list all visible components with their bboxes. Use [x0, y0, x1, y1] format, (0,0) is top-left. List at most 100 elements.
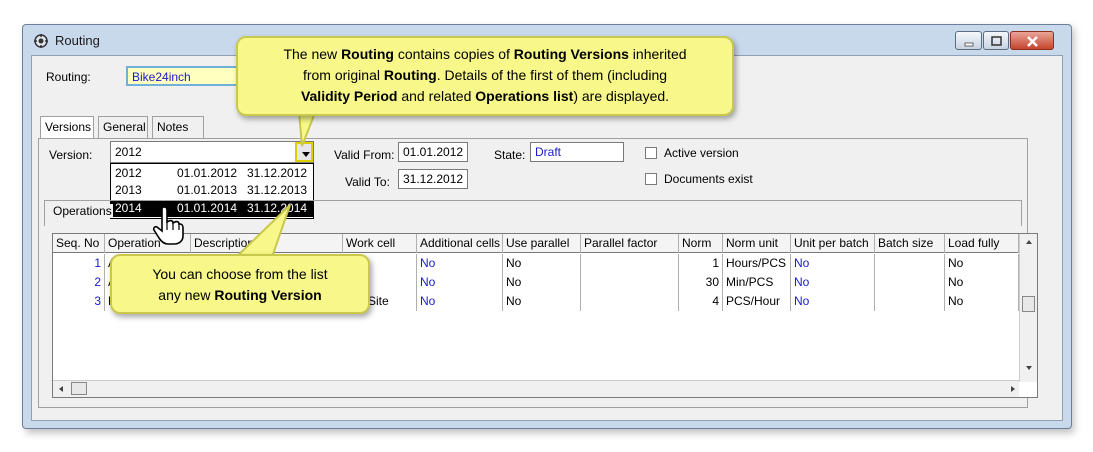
- grid-cell-bs[interactable]: [875, 292, 945, 311]
- documents-exist-checkbox[interactable]: [645, 173, 657, 185]
- documents-exist-label: Documents exist: [664, 172, 753, 186]
- grid-cell-load[interactable]: No: [945, 273, 1019, 292]
- active-version-label: Active version: [664, 146, 739, 160]
- valid-to-value: 31.12.2012: [403, 172, 464, 186]
- grid-cell-pf[interactable]: [581, 254, 679, 273]
- ct-l2a: from original: [302, 67, 384, 83]
- grid-cell-add[interactable]: No: [417, 254, 503, 273]
- valid-from-value: 01.01.2012: [403, 145, 464, 159]
- column-header[interactable]: Seq. No: [53, 234, 105, 253]
- grid-cell-bs[interactable]: [875, 273, 945, 292]
- column-header[interactable]: Unit per batch: [791, 234, 875, 253]
- operations-group: [44, 200, 1022, 226]
- column-header[interactable]: Batch size: [875, 234, 945, 253]
- valid-to-label: Valid To:: [345, 175, 390, 189]
- tab-notes-label: Notes: [157, 120, 189, 134]
- valid-from-field[interactable]: 01.01.2012: [398, 142, 468, 162]
- grid-cell-upb[interactable]: No: [791, 273, 875, 292]
- option-from: 01.01.2012: [177, 166, 238, 180]
- ct-l1e: inherited: [628, 46, 687, 62]
- valid-to-field[interactable]: 31.12.2012: [398, 169, 468, 189]
- scroll-left-icon[interactable]: [55, 381, 67, 397]
- grid-cell-par[interactable]: No: [503, 292, 581, 311]
- ct-l1d: Routing Versions: [513, 46, 629, 62]
- routing-app-icon: [34, 34, 48, 48]
- grid-header: Seq. No Operation Description Work cell Addi…: [53, 234, 1019, 253]
- column-header[interactable]: Work cell: [343, 234, 417, 253]
- tab-notes[interactable]: Notes: [152, 116, 204, 138]
- grid-cell-seq[interactable]: 3: [53, 292, 105, 311]
- callout-choose-version: You can choose from the list any new Rou…: [110, 254, 370, 314]
- ct-l1b: Routing: [341, 46, 394, 62]
- scroll-up-icon[interactable]: [1020, 236, 1038, 248]
- hand-cursor-icon: [152, 206, 184, 245]
- grid-cell-pf[interactable]: [581, 273, 679, 292]
- grid-cell-norm[interactable]: 4: [679, 292, 723, 311]
- tab-versions[interactable]: Versions: [40, 116, 94, 139]
- grid-cell-seq[interactable]: 2: [53, 273, 105, 292]
- grid-cell-unit[interactable]: Min/PCS: [723, 273, 791, 292]
- callout-versions-info: The new Routing contains copies of Routi…: [236, 36, 734, 116]
- cb-l1: You can choose from the list: [152, 266, 328, 282]
- grid-cell-upb[interactable]: No: [791, 292, 875, 311]
- operations-tab-label: Operations: [52, 204, 113, 218]
- maximize-button[interactable]: [983, 31, 1009, 50]
- grid-cell-norm[interactable]: 30: [679, 273, 723, 292]
- scroll-down-icon[interactable]: [1020, 362, 1038, 374]
- state-label: State:: [494, 148, 526, 162]
- column-header[interactable]: Norm unit: [723, 234, 791, 253]
- grid-cell-seq[interactable]: 1: [53, 254, 105, 273]
- tab-general[interactable]: General: [98, 116, 148, 138]
- tab-versions-label: Versions: [45, 120, 92, 134]
- state-field: Draft: [530, 142, 624, 162]
- active-version-checkbox[interactable]: [645, 147, 657, 159]
- grid-cell-pf[interactable]: [581, 292, 679, 311]
- version-option-2013[interactable]: 2013 01.01.2013 31.12.2013: [111, 182, 313, 199]
- ct-l3d: ) are displayed.: [573, 88, 670, 104]
- ct-l1a: The new: [283, 46, 342, 62]
- grid-cell-norm[interactable]: 1: [679, 254, 723, 273]
- routing-value: Bike24inch: [132, 70, 191, 84]
- version-selected-value: 2012: [115, 145, 142, 159]
- ct-l3b: and related: [397, 88, 476, 104]
- scroll-right-icon[interactable]: [1007, 381, 1019, 397]
- horizontal-scrollbar[interactable]: [53, 380, 1019, 397]
- column-header[interactable]: Use parallel: [503, 234, 581, 253]
- column-header[interactable]: Additional cells: [417, 234, 503, 253]
- scroll-thumb[interactable]: [1022, 296, 1035, 312]
- grid-cell-add[interactable]: No: [417, 292, 503, 311]
- minimize-icon: [964, 42, 974, 47]
- grid-cell-load[interactable]: No: [945, 254, 1019, 273]
- option-to: 31.12.2012: [247, 166, 308, 180]
- version-label: Version:: [49, 148, 93, 162]
- cb-l2b: Routing Version: [214, 287, 322, 303]
- routing-field[interactable]: Bike24inch: [126, 66, 246, 86]
- column-header[interactable]: Norm: [679, 234, 723, 253]
- option-from: 01.01.2013: [177, 183, 238, 197]
- cb-l2a: any new: [158, 287, 215, 303]
- grid-cell-load[interactable]: No: [945, 292, 1019, 311]
- grid-cell-add[interactable]: No: [417, 273, 503, 292]
- grid-cell-par[interactable]: No: [503, 273, 581, 292]
- grid-cell-par[interactable]: No: [503, 254, 581, 273]
- tab-general-label: General: [103, 120, 146, 134]
- minimize-button[interactable]: [955, 31, 982, 50]
- grid-cell-unit[interactable]: Hours/PCS: [723, 254, 791, 273]
- ct-l3a: Validity Period: [300, 88, 398, 104]
- option-name: 2013: [115, 183, 142, 197]
- ct-l3c: Operations list: [475, 88, 574, 104]
- window-title: Routing: [55, 33, 100, 48]
- vertical-scrollbar[interactable]: [1019, 234, 1037, 382]
- grid-cell-upb[interactable]: No: [791, 254, 875, 273]
- routing-label: Routing:: [46, 70, 91, 84]
- version-option-2012[interactable]: 2012 01.01.2012 31.12.2012: [111, 165, 313, 182]
- option-to: 31.12.2013: [247, 183, 308, 197]
- close-button[interactable]: [1010, 31, 1054, 50]
- grid-cell-bs[interactable]: [875, 254, 945, 273]
- hscroll-thumb[interactable]: [71, 382, 87, 395]
- column-header[interactable]: Load fully: [945, 234, 1019, 253]
- maximize-icon: [991, 36, 1002, 46]
- grid-cell-unit[interactable]: PCS/Hour: [723, 292, 791, 311]
- ct-l2c: . Details of the first of them (includin…: [436, 67, 668, 83]
- column-header[interactable]: Parallel factor: [581, 234, 679, 253]
